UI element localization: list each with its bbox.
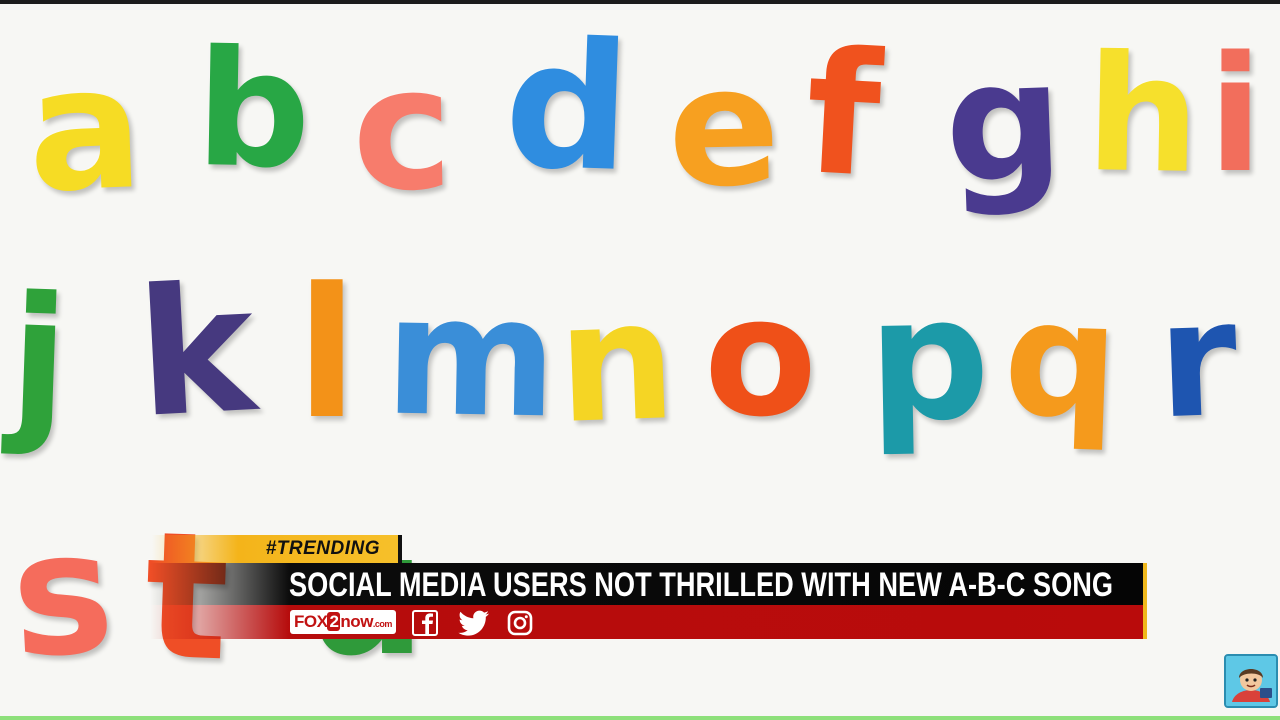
clay-letter-g: g	[941, 23, 1067, 221]
clay-letter-o: o	[702, 260, 820, 454]
clay-letter-e: e	[666, 30, 782, 224]
clay-letter-r: r	[1154, 264, 1241, 455]
headline-bar: SOCIAL MEDIA USERS NOT THRILLED WITH NEW…	[150, 563, 1147, 605]
video-bottom-border	[0, 716, 1280, 720]
clay-letter-p: p	[866, 259, 992, 461]
instagram-icon	[507, 610, 533, 636]
corner-badge	[1224, 654, 1278, 708]
clay-letter-s: s	[6, 493, 119, 697]
social-bar: FOX 2 now.com	[150, 605, 1147, 639]
clay-letter-n: n	[554, 264, 679, 460]
clay-letter-u: u	[305, 496, 427, 694]
clay-letter-h: h	[1084, 20, 1202, 209]
clay-letter-b: b	[194, 15, 313, 204]
clay-letter-l: l	[296, 250, 358, 459]
cartoon-avatar-icon	[1226, 656, 1276, 706]
clay-letter-m: m	[383, 259, 559, 455]
clay-letter-k: k	[132, 248, 260, 457]
clay-letter-i: i	[1208, 21, 1263, 208]
clay-letter-t: t	[141, 494, 233, 701]
video-top-border	[0, 0, 1280, 4]
clay-letter-c: c	[350, 30, 455, 230]
twitter-icon	[458, 610, 489, 636]
clay-letter-f: f	[800, 14, 886, 216]
clay-letter-d: d	[501, 3, 634, 212]
clay-letter-q: q	[1000, 264, 1122, 455]
clay-letter-a: a	[24, 29, 147, 231]
clay-letter-j: j	[6, 260, 72, 460]
